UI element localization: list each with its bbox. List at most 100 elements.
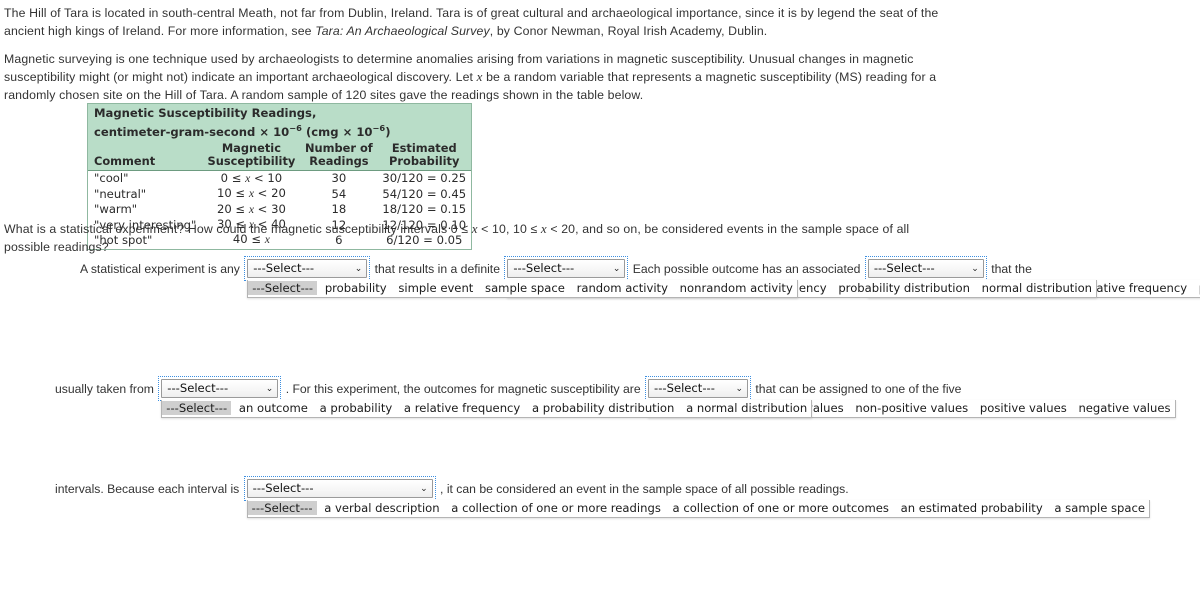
- col2-line1: Number of: [304, 140, 373, 155]
- column-header-susceptibility: Magnetic Susceptibility: [202, 140, 301, 171]
- title-times: × 10: [255, 124, 290, 139]
- answer-text-2b: . For this experiment, the outcomes for …: [285, 381, 641, 396]
- select-experiment-type-options[interactable]: ---Select--- probability simple event sa…: [247, 280, 798, 298]
- select-definite-result-box[interactable]: ---Select--- ⌄: [507, 259, 626, 278]
- cell-comment: "neutral": [94, 186, 147, 201]
- option-item[interactable]: a sample space: [1050, 501, 1149, 515]
- option-item[interactable]: normal distribution: [978, 281, 1096, 295]
- answer-text-1c: Each possible outcome has an associated: [632, 261, 861, 276]
- option-item[interactable]: an estimated probability: [897, 501, 1047, 515]
- intro-paragraph-1: The Hill of Tara is located in south-cen…: [4, 4, 944, 40]
- cell-probability: 18/120 = 0.15: [382, 202, 467, 217]
- answer-sentence-row-3: intervals. Because each interval is ---S…: [55, 476, 1151, 518]
- option-item[interactable]: probability distribution: [1195, 281, 1200, 295]
- option-item[interactable]: a collection of one or more outcomes: [669, 501, 893, 515]
- select-associated-value[interactable]: ---Select--- ⌄ ---Select--- outcome prob…: [864, 256, 1200, 298]
- chevron-down-icon: ⌄: [354, 264, 363, 274]
- answer-text-2a: usually taken from: [55, 381, 154, 396]
- table-header-row: Comment Magnetic Susceptibility Number o…: [88, 140, 471, 171]
- table-title-line1: Magnetic Susceptibility Readings,: [94, 106, 317, 120]
- column-header-readings: Number of Readings: [300, 140, 378, 171]
- col1-line1: Magnetic: [221, 140, 281, 155]
- book-title: Tara: An Archaeological Survey: [315, 24, 490, 38]
- cell-comment: "cool": [94, 171, 129, 186]
- cell-readings: 54: [331, 186, 347, 201]
- option-item[interactable]: ---Select---: [248, 281, 318, 295]
- susc-post: < 20: [253, 186, 286, 201]
- option-item[interactable]: probability: [321, 281, 391, 295]
- answer-text-1d: that the: [991, 261, 1032, 276]
- select-outcome-values-value: ---Select---: [654, 381, 715, 395]
- select-interval-description-options[interactable]: ---Select--- a verbal description a coll…: [246, 500, 1151, 518]
- option-item[interactable]: a collection of one or more readings: [447, 501, 665, 515]
- cell-readings: 18: [331, 202, 347, 217]
- select-experiment-type-value: ---Select---: [253, 261, 315, 275]
- col1-line2: Susceptibility: [207, 153, 296, 168]
- column-header-probability: Estimated Probability: [377, 140, 471, 171]
- susc-post: < 30: [253, 201, 286, 216]
- option-item[interactable]: a probability distribution: [528, 401, 678, 415]
- susc-pre: 0 ≤: [220, 170, 246, 185]
- cell-susceptibility: 10 ≤ x < 20: [203, 186, 301, 201]
- option-item[interactable]: a relative frequency: [400, 401, 524, 415]
- option-item[interactable]: probability distribution: [834, 281, 974, 295]
- question-prompt: What is a statistical experiment? How co…: [4, 220, 939, 256]
- select-experiment-type[interactable]: ---Select--- ⌄ ---Select--- probability …: [244, 256, 798, 298]
- select-taken-from-options[interactable]: ---Select--- an outcome a probability a …: [161, 400, 813, 418]
- select-experiment-type-box[interactable]: ---Select--- ⌄: [247, 259, 368, 278]
- intro-p1-text-b: , by Conor Newman, Royal Irish Academy, …: [489, 24, 768, 38]
- answer-text-3b: , it can be considered an event in the s…: [440, 481, 849, 496]
- option-item[interactable]: random activity: [573, 281, 672, 295]
- answer-sentence-row-1: A statistical experiment is any ---Selec…: [80, 256, 1200, 298]
- option-item[interactable]: a normal distribution: [682, 401, 811, 415]
- option-item[interactable]: simple event: [394, 281, 477, 295]
- select-associated-value-box[interactable]: ---Select--- ⌄: [867, 259, 984, 278]
- question-text-b: < 10, 10 ≤: [477, 222, 541, 236]
- select-outcome-values-box[interactable]: ---Select--- ⌄: [648, 379, 749, 398]
- column-header-comment: Comment: [88, 140, 203, 171]
- table-row: "warm" 20 ≤ x < 30 18 18/120 = 0.15: [88, 202, 471, 217]
- chevron-down-icon: ⌄: [265, 384, 274, 394]
- title-exponent: −6: [289, 123, 302, 133]
- answer-text-2c: that can be assigned to one of the five: [755, 381, 962, 396]
- option-item[interactable]: non-positive values: [851, 401, 972, 415]
- col3-line1: Estimated: [391, 140, 457, 155]
- susc-pre: 20 ≤: [216, 201, 249, 216]
- select-interval-description-box[interactable]: ---Select--- ⌄: [246, 479, 433, 498]
- chevron-down-icon: ⌄: [735, 384, 744, 394]
- cell-susceptibility: 0 ≤ x < 10: [203, 170, 301, 186]
- cell-susceptibility: 20 ≤ x < 30: [203, 202, 301, 217]
- option-item[interactable]: ---Select---: [162, 401, 232, 415]
- select-taken-from-value: ---Select---: [167, 381, 229, 395]
- chevron-down-icon: ⌄: [971, 264, 979, 274]
- title-units: centimeter-gram-second: [94, 124, 256, 139]
- option-item[interactable]: nonrandom activity: [676, 281, 797, 295]
- answer-sentence-row-2: usually taken from ---Select--- ⌄ ---Sel…: [55, 376, 1176, 418]
- option-item[interactable]: positive values: [976, 401, 1071, 415]
- cell-probability: 54/120 = 0.45: [382, 186, 467, 201]
- exercise-page: The Hill of Tara is located in south-cen…: [0, 0, 1200, 601]
- title-exponent-2: −6: [372, 123, 386, 133]
- select-taken-from-box[interactable]: ---Select--- ⌄: [161, 379, 279, 398]
- option-item[interactable]: a verbal description: [320, 501, 443, 515]
- susc-post: < 10: [250, 170, 283, 185]
- select-taken-from[interactable]: ---Select--- ⌄ ---Select--- an outcome a…: [158, 376, 813, 418]
- cell-readings: 30: [331, 171, 347, 186]
- select-definite-result-value: ---Select---: [513, 261, 575, 275]
- title-times-2: × 10: [338, 124, 373, 139]
- option-item[interactable]: sample space: [481, 281, 569, 295]
- option-item[interactable]: an outcome: [235, 401, 312, 415]
- col3-line2: Probability: [389, 153, 460, 168]
- question-text-a: What is a statistical experiment? How co…: [4, 222, 472, 236]
- susc-pre: 10 ≤: [216, 186, 249, 201]
- option-item[interactable]: a probability: [316, 401, 397, 415]
- table-title: Magnetic Susceptibility Readings, centim…: [88, 104, 471, 141]
- option-item[interactable]: negative values: [1074, 401, 1174, 415]
- select-definite-result[interactable]: ---Select--- ⌄ ---Select--- outcome prob…: [504, 256, 1098, 298]
- answer-text-1b: that results in a definite: [374, 261, 500, 276]
- option-item[interactable]: ---Select---: [247, 501, 317, 515]
- select-interval-description[interactable]: ---Select--- ⌄ ---Select--- a verbal des…: [243, 476, 1151, 518]
- col2-line2: Readings: [309, 153, 369, 168]
- select-outcome-values[interactable]: ---Select--- ⌄ ---Select--- non-negative…: [645, 376, 1176, 418]
- cell-probability: 30/120 = 0.25: [382, 171, 467, 186]
